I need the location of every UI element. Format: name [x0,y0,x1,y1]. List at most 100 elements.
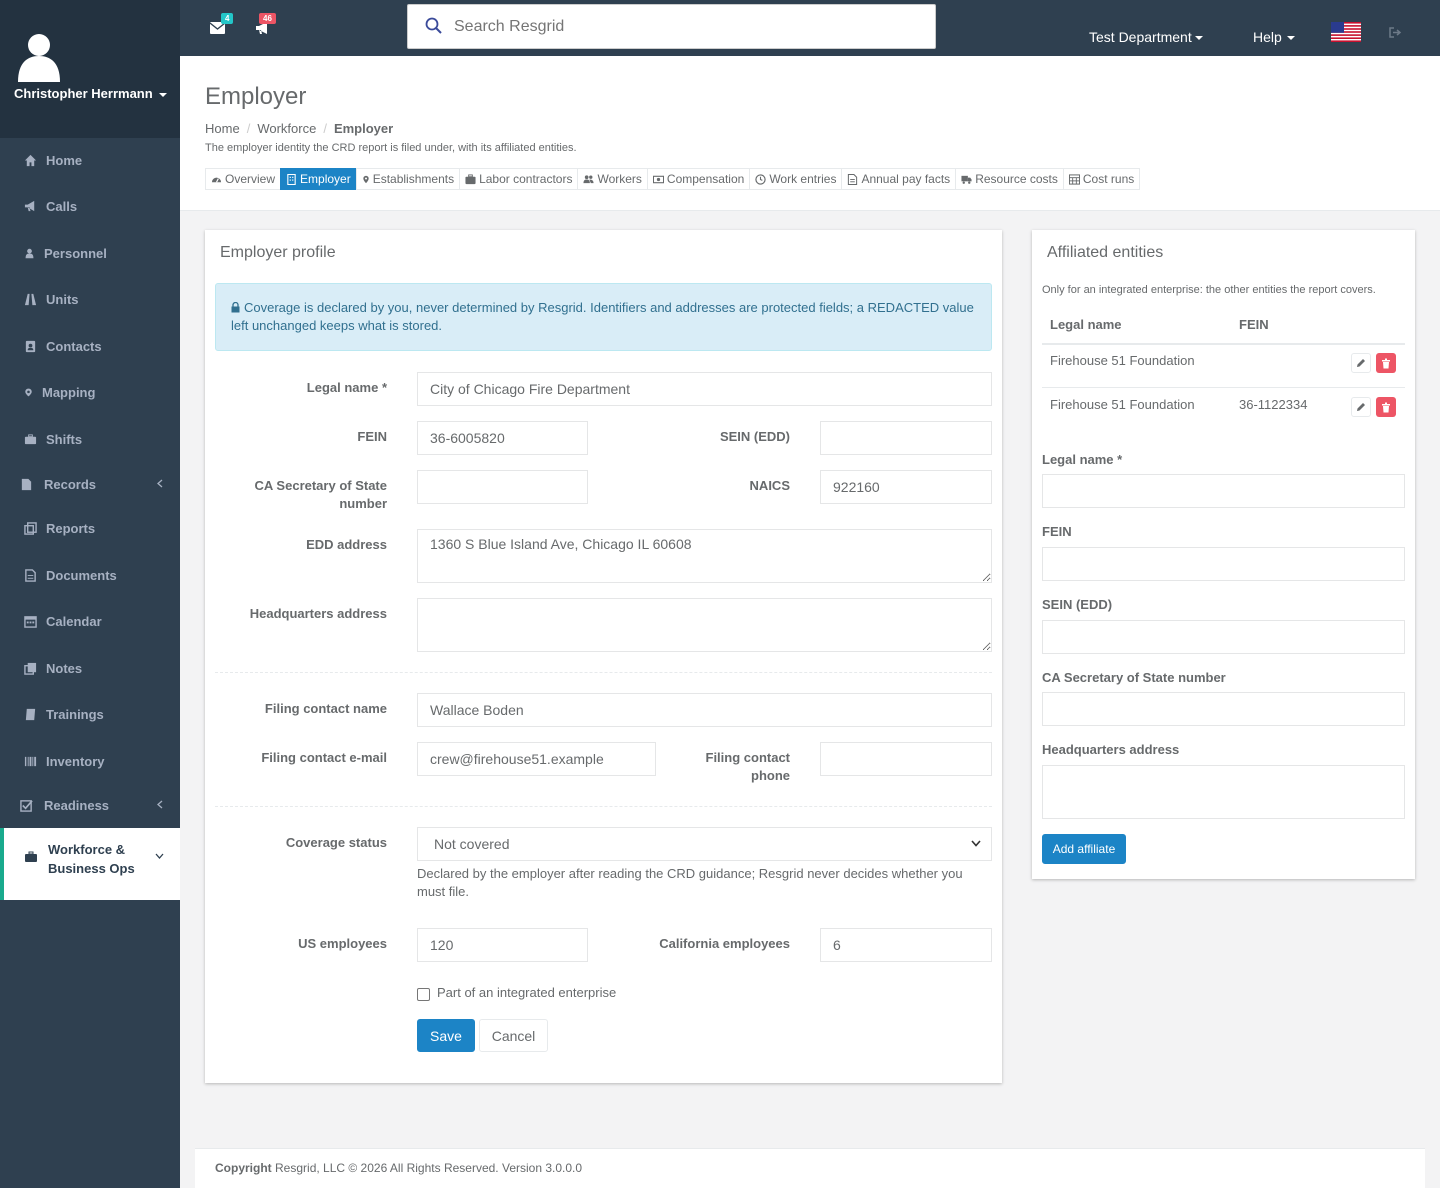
tab-annual-pay-facts[interactable]: Annual pay facts [841,168,956,190]
nav-label: Calls [46,198,78,214]
language-flag[interactable] [1331,22,1361,42]
tab-label: Compensation [666,172,745,186]
delete-button[interactable] [1376,397,1396,417]
affiliate-fein-label: FEIN [1042,524,1072,539]
breadcrumb-separator: / [323,121,327,136]
nav-item-contacts[interactable]: Contacts [0,326,180,366]
nav-item-records[interactable]: Records [0,464,180,504]
tab-label: Employer [300,172,351,186]
tab-resource-costs[interactable]: Resource costs [955,168,1063,190]
map-marker-icon [363,175,369,183]
nav-item-notes[interactable]: Notes [0,648,180,688]
nav-item-reports[interactable]: Reports [0,508,180,548]
column-header-legal-name: Legal name [1050,317,1122,332]
department-label: Test Department [1089,29,1192,45]
sos-field[interactable] [417,470,588,504]
check-square-icon [20,799,33,812]
contact-phone-field[interactable] [820,742,992,776]
integrated-enterprise-checkbox[interactable] [417,988,430,1001]
breadcrumb: Home / Workforce / Employer [205,121,393,136]
chevron-left-icon [157,800,163,809]
coverage-help: Declared by the employer after reading t… [417,866,963,899]
file-text-icon [848,173,858,185]
nav-label: Workforce & Business Ops [48,842,135,876]
panel-title: Employer profile [220,244,336,261]
nav-item-trainings[interactable]: Trainings [0,694,180,734]
nav-item-shifts[interactable]: Shifts [0,419,180,459]
caret-down-icon [1194,36,1203,41]
breadcrumb-workforce[interactable]: Workforce [257,121,316,136]
affiliate-fein-field[interactable] [1042,547,1405,581]
nav-item-documents[interactable]: Documents [0,555,180,595]
logout-button[interactable] [1389,27,1402,38]
hq-address-label: Headquarters address [249,606,387,621]
table-row-line [1042,387,1405,388]
nav-item-calendar[interactable]: Calendar [0,601,180,641]
hq-address-field[interactable] [417,598,992,652]
contact-name-label: Filing contact name [264,701,387,716]
table-icon [1068,173,1080,185]
affiliate-hq-field[interactable] [1042,765,1405,819]
nav-label: Contacts [46,338,102,354]
tab-compensation[interactable]: Compensation [646,168,750,190]
department-menu[interactable]: Test Department [1089,29,1203,45]
nav-item-calls[interactable]: Calls [0,186,180,226]
avatar[interactable] [16,30,62,82]
tab-label: Workers [597,172,642,186]
workforce-tabs: Overview Employer Establishments Labor c… [205,168,1141,190]
trash-icon [1382,402,1390,412]
contact-name-field[interactable] [417,693,992,727]
edit-button[interactable] [1351,353,1371,373]
book-icon [25,708,36,720]
breadcrumb-home[interactable]: Home [205,121,240,136]
lock-icon [231,302,240,313]
nav-label: Calendar [46,613,102,629]
search-icon [425,17,442,34]
fein-field[interactable] [417,421,588,455]
help-menu[interactable]: Help [1253,29,1295,45]
contact-email-field[interactable] [417,742,656,776]
legal-name-field[interactable] [417,372,992,406]
tab-workers[interactable]: Workers [577,168,647,190]
nav-item-personnel[interactable]: Personnel [0,233,180,273]
search-input[interactable] [454,15,914,39]
integrated-enterprise-label: Part of an integrated enterprise [437,985,617,1000]
nav-label: Inventory [46,753,105,769]
nav-item-readiness[interactable]: Readiness [0,785,180,825]
user-menu[interactable]: Christopher Herrmann [14,86,167,101]
save-button[interactable]: Save [417,1019,475,1052]
add-affiliate-button[interactable]: Add affiliate [1042,834,1126,864]
tab-employer[interactable]: Employer [280,168,356,190]
naics-field[interactable] [820,470,992,504]
delete-button[interactable] [1376,353,1396,373]
bullhorn-icon [24,200,35,211]
tab-work-entries[interactable]: Work entries [749,168,842,190]
nav-label: Units [46,291,79,307]
sein-field[interactable] [820,421,992,455]
employer-profile-panel: Employer profile Coverage is declared by… [205,230,1002,1083]
nav-item-units[interactable]: Units [0,279,180,319]
tab-label: Establishments [372,172,455,186]
affiliate-legal-name-field[interactable] [1042,474,1405,508]
nav-item-mapping[interactable]: Mapping [0,372,180,412]
affiliate-hq-label: Headquarters address [1042,742,1180,757]
edit-button[interactable] [1351,397,1371,417]
coverage-select[interactable]: Not covered [417,827,992,861]
nav-item-inventory[interactable]: Inventory [0,741,180,781]
tab-labor-contractors[interactable]: Labor contractors [459,168,578,190]
sidebar: Christopher Herrmann Home Calls Personne… [0,0,180,1188]
ca-employees-field[interactable] [820,928,992,962]
users-icon [583,174,595,183]
us-employees-field[interactable] [417,928,588,962]
tab-overview[interactable]: Overview [205,168,281,190]
nav-item-workforce[interactable]: Workforce & Business Ops [0,828,180,900]
edd-address-field[interactable]: 1360 S Blue Island Ave, Chicago IL 60608 [417,529,992,583]
affiliate-legal-name-label: Legal name * [1042,452,1123,467]
tab-cost-runs[interactable]: Cost runs [1062,168,1141,190]
tab-establishments[interactable]: Establishments [355,168,460,190]
affiliate-sos-field[interactable] [1042,692,1405,726]
cancel-button[interactable]: Cancel [479,1019,548,1052]
affiliate-sein-field[interactable] [1042,620,1405,654]
nav-item-home[interactable]: Home [0,140,180,180]
search-box[interactable] [407,4,936,49]
